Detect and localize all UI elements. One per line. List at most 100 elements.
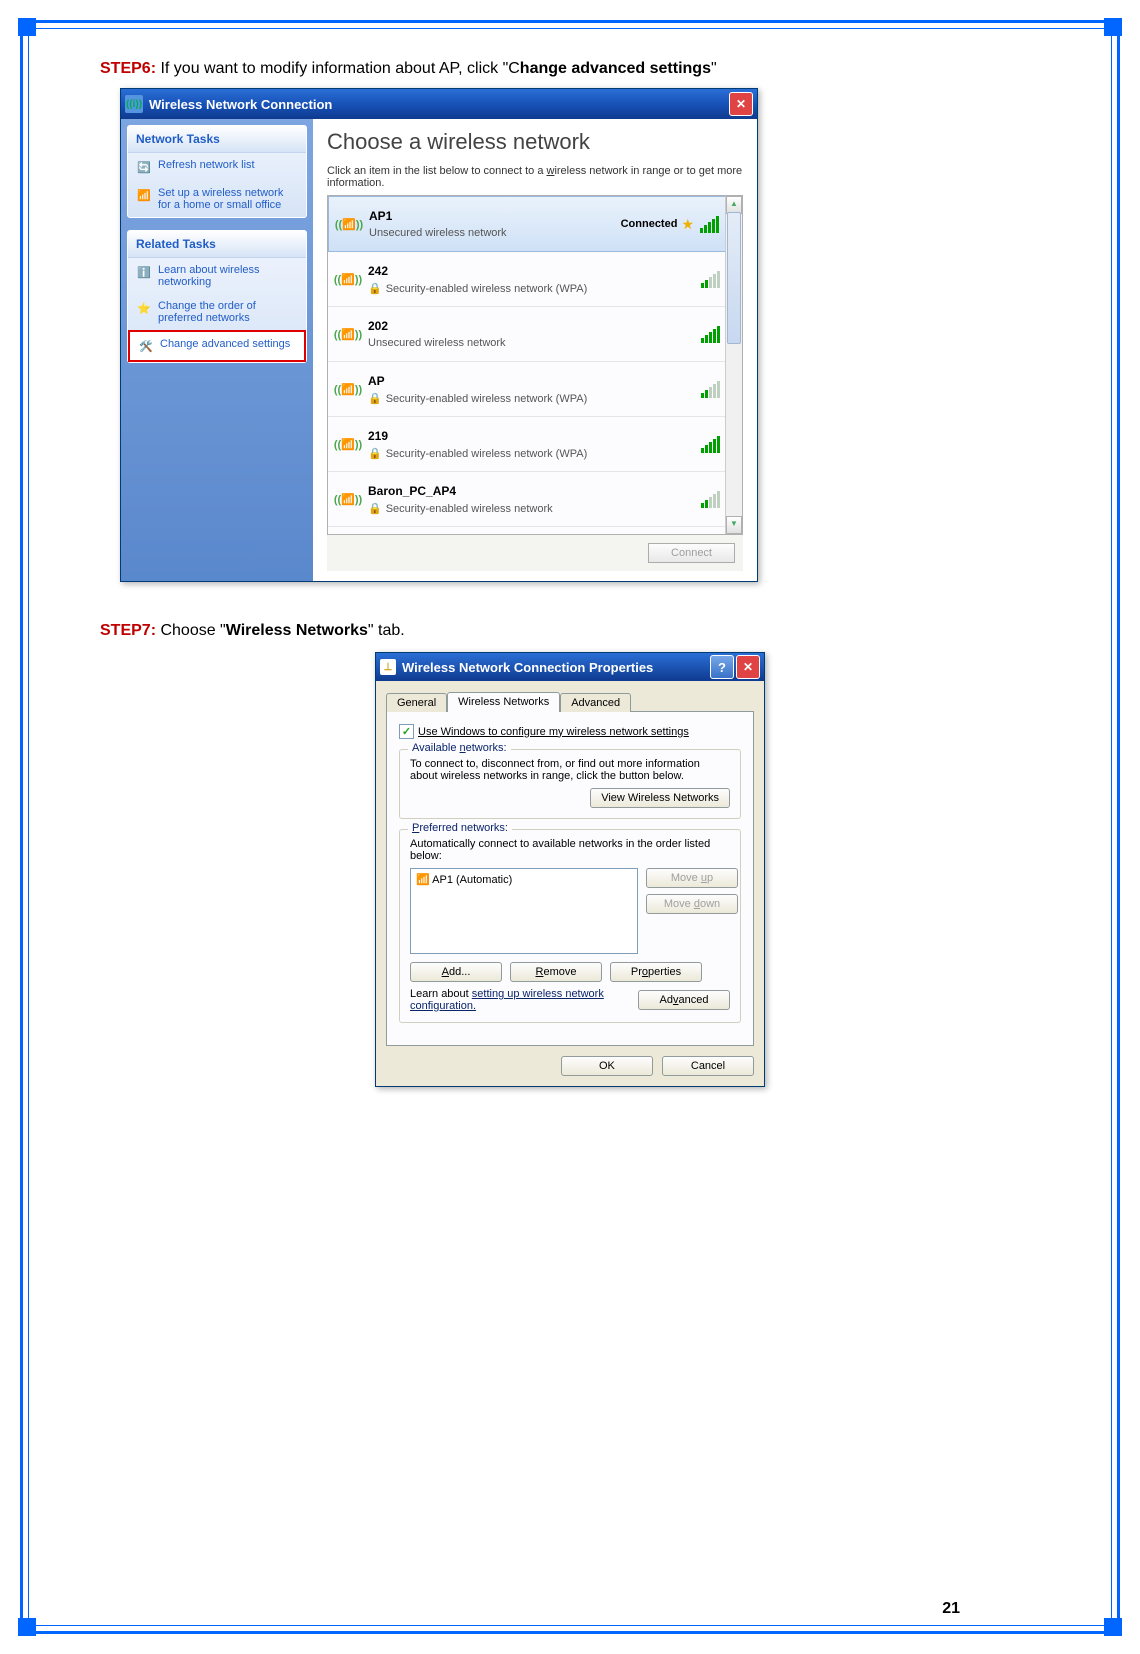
- star-icon: ★: [681, 216, 694, 233]
- connection-icon: ⊥: [380, 659, 396, 675]
- info-icon: ℹ️: [136, 264, 152, 280]
- connected-label: Connected: [621, 218, 678, 230]
- choose-subtitle: Click an item in the list below to conne…: [327, 165, 743, 189]
- antenna-icon: 📶: [136, 187, 152, 203]
- available-legend: Available networks:: [408, 742, 511, 754]
- advanced-button[interactable]: Advanced: [638, 990, 730, 1010]
- move-down-button[interactable]: Move down: [646, 894, 738, 914]
- tab-advanced[interactable]: Advanced: [560, 693, 631, 712]
- use-windows-label: Use Windows to configure my wireless net…: [418, 726, 689, 738]
- cancel-button[interactable]: Cancel: [662, 1056, 754, 1076]
- antenna-icon: ((📶)): [334, 265, 362, 293]
- network-item[interactable]: ((📶)) AP1 Unsecured wireless networkConnec…: [328, 196, 726, 252]
- network-item[interactable]: ((📶))AP🔒Security-enabled wireless networ…: [328, 362, 726, 417]
- preferred-fieldset: Preferred networks: Automatically connec…: [399, 829, 741, 1023]
- network-name: Baron_PC_AP4: [368, 484, 695, 498]
- wireless-connection-dialog: ((i)) Wireless Network Connection ✕ Netw…: [120, 88, 758, 582]
- add-button[interactable]: Add...: [410, 962, 502, 982]
- scrollbar[interactable]: ▲ ▼: [725, 196, 742, 534]
- titlebar[interactable]: ((i)) Wireless Network Connection ✕: [121, 89, 757, 119]
- close-icon[interactable]: ✕: [736, 655, 760, 679]
- learn-link[interactable]: ℹ️ Learn about wireless networking: [128, 258, 306, 294]
- network-security: 🔒Security-enabled wireless network: [368, 502, 695, 515]
- change-advanced-link[interactable]: 🛠️ Change advanced settings: [128, 330, 306, 362]
- network-security: 🔒Security-enabled wireless network (WPA): [368, 282, 695, 295]
- signal-icon: [701, 491, 720, 508]
- network-name: AP: [368, 374, 695, 388]
- preferred-text: Automatically connect to available netwo…: [410, 838, 730, 862]
- refresh-link[interactable]: 🔄 Refresh network list: [128, 153, 306, 181]
- lock-icon: 🔒: [368, 503, 382, 515]
- preferred-listbox[interactable]: 📶 AP1 (Automatic): [410, 868, 638, 954]
- change-order-link[interactable]: ⭐ Change the order of preferred networks: [128, 294, 306, 330]
- close-icon[interactable]: ✕: [729, 92, 753, 116]
- connect-button[interactable]: Connect: [648, 543, 735, 563]
- use-windows-checkbox[interactable]: ✓: [399, 724, 414, 739]
- lock-icon: 🔒: [368, 448, 382, 460]
- move-up-button[interactable]: Move up: [646, 868, 738, 888]
- dialog-body: General Wireless Networks Advanced ✓ Use…: [376, 681, 764, 1086]
- network-security: Unsecured wireless network: [369, 227, 621, 239]
- step6-label: STEP6:: [100, 60, 156, 77]
- learn-text: Learn about setting up wireless network …: [410, 988, 638, 1012]
- related-tasks-panel: Related Tasks ℹ️ Learn about wireless ne…: [127, 230, 307, 363]
- tab-panel: ✓ Use Windows to configure my wireless n…: [386, 712, 754, 1046]
- signal-icon: [700, 216, 719, 233]
- signal-icon: [701, 436, 720, 453]
- available-text: To connect to, disconnect from, or find …: [410, 758, 730, 782]
- network-item[interactable]: ((📶))Baron_PC_AP4🔒Security-enabled wirel…: [328, 472, 726, 527]
- view-networks-button[interactable]: View Wireless Networks: [590, 788, 730, 808]
- step6-text: STEP6: If you want to modify information…: [100, 60, 1040, 78]
- network-item[interactable]: ((📶)) 242 🔒Security-enabled wireless netwo…: [328, 252, 726, 307]
- star-icon: ⭐: [136, 300, 152, 316]
- signal-icon: [701, 326, 720, 343]
- network-name: 242: [368, 264, 695, 278]
- gear-icon: 🛠️: [138, 338, 154, 354]
- signal-icon: [701, 271, 720, 288]
- signal-icon: [701, 381, 720, 398]
- network-name: 219: [368, 429, 695, 443]
- corner-tl: [18, 18, 36, 36]
- antenna-icon: 📶: [416, 874, 430, 886]
- setup-network-link[interactable]: 📶 Set up a wireless network for a home o…: [128, 181, 306, 217]
- refresh-icon: 🔄: [136, 159, 152, 175]
- use-windows-row: ✓ Use Windows to configure my wireless n…: [399, 724, 741, 739]
- panel-head: Related Tasks: [128, 231, 306, 258]
- corner-tr: [1104, 18, 1122, 36]
- tab-wireless-networks[interactable]: Wireless Networks: [447, 692, 560, 712]
- list-item[interactable]: 📶 AP1 (Automatic): [414, 872, 634, 887]
- scroll-down-icon[interactable]: ▼: [726, 516, 742, 534]
- network-list[interactable]: ((📶))AP1Unsecured wireless networkConnec…: [327, 195, 743, 535]
- properties-button[interactable]: Properties: [610, 962, 702, 982]
- main-pane: Choose a wireless network Click an item …: [313, 119, 757, 581]
- page: STEP6: If you want to modify information…: [0, 0, 1140, 1654]
- lock-icon: 🔒: [368, 283, 382, 295]
- properties-dialog: ⊥ Wireless Network Connection Properties…: [375, 652, 765, 1087]
- connect-bar: Connect: [327, 535, 743, 571]
- network-tasks-panel: Network Tasks 🔄 Refresh network list 📶 S…: [127, 125, 307, 218]
- sidebar: Network Tasks 🔄 Refresh network list 📶 S…: [121, 119, 313, 581]
- lock-icon: 🔒: [368, 393, 382, 405]
- step7-label: STEP7:: [100, 622, 156, 639]
- titlebar[interactable]: ⊥ Wireless Network Connection Properties…: [376, 653, 764, 681]
- network-name: AP1: [369, 209, 621, 223]
- wireless-icon: ((i)): [125, 95, 143, 113]
- ok-button[interactable]: OK: [561, 1056, 653, 1076]
- corner-br: [1104, 1618, 1122, 1636]
- network-name: 202: [368, 319, 695, 333]
- network-security: 🔒Security-enabled wireless network (WPA): [368, 447, 695, 460]
- help-icon[interactable]: ?: [710, 655, 734, 679]
- network-item[interactable]: ((📶)) 202 Unsecured wireless network: [328, 307, 726, 362]
- network-item[interactable]: ((📶)) 219 🔒Security-enabled wireless netwo…: [328, 417, 726, 472]
- page-number: 21: [942, 1600, 960, 1618]
- preferred-legend: Preferred networks:: [408, 822, 512, 834]
- network-security: Unsecured wireless network: [368, 337, 695, 349]
- tab-general[interactable]: General: [386, 693, 447, 712]
- available-fieldset: Available networks: To connect to, disco…: [399, 749, 741, 819]
- antenna-icon: ((📶)): [334, 320, 362, 348]
- corner-bl: [18, 1618, 36, 1636]
- antenna-icon: ((📶)): [334, 430, 362, 458]
- scroll-thumb[interactable]: [727, 212, 741, 344]
- remove-button[interactable]: Remove: [510, 962, 602, 982]
- antenna-icon: ((📶)): [335, 210, 363, 238]
